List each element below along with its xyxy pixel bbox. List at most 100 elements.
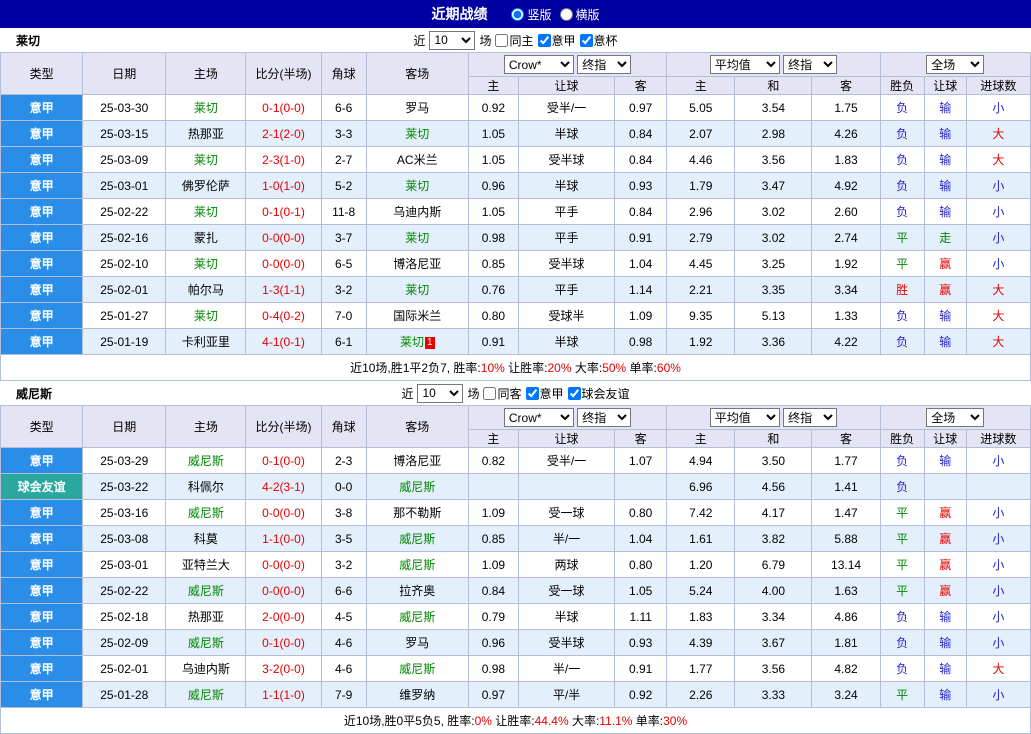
euro-time-select[interactable]: 终指 [783,55,837,74]
euro-home-odds: 1.77 [667,656,735,682]
euro-provider-select[interactable]: 平均值 [710,55,780,74]
scope-select[interactable]: 全场 [926,408,984,427]
league-checkbox[interactable] [526,387,539,400]
handicap-home-odds: 1.05 [468,199,518,225]
away-team: 威尼斯 [366,604,468,630]
odds-provider-select[interactable]: Crow* [504,55,574,74]
horizontal-layout-radio[interactable] [560,8,573,21]
handicap-away-odds: 0.93 [615,630,667,656]
goals-flag: 小 [966,199,1030,225]
euro-away-odds: 4.26 [812,121,880,147]
handicap-away-odds: 1.07 [615,448,667,474]
same-venue-filter[interactable]: 同客 [483,385,521,402]
handicap-away-odds: 0.80 [615,552,667,578]
handicap-line: 两球 [518,552,614,578]
match-date: 25-02-16 [83,225,166,251]
handicap-line: 半球 [518,173,614,199]
col-date: 日期 [83,406,166,448]
score: 3-2(0-0) [246,656,321,682]
handicap-home-odds: 0.98 [468,225,518,251]
handicap-result-flag: 赢 [924,552,966,578]
handicap-line: 平手 [518,225,614,251]
layout-option-vertical[interactable]: 竖版 [511,6,551,23]
goals-flag: 小 [966,251,1030,277]
league-type-badge: 意甲 [1,552,83,578]
euro-away-odds: 5.88 [812,526,880,552]
away-team: 维罗纳 [366,682,468,708]
col-result: 胜负 [880,77,924,95]
goals-flag: 小 [966,682,1030,708]
vertical-layout-radio[interactable] [511,8,524,21]
handicap-time-select[interactable]: 终指 [577,55,631,74]
score: 2-1(2-0) [246,121,321,147]
handicap-result-flag: 赢 [924,500,966,526]
result-flag: 负 [880,630,924,656]
handicap-time-select[interactable]: 终指 [577,408,631,427]
home-team: 威尼斯 [166,630,246,656]
col-euro-away: 客 [812,430,880,448]
corner-score: 4-6 [321,656,366,682]
euro-home-odds: 1.20 [667,552,735,578]
friendly-filter[interactable]: 球会友谊 [568,385,630,402]
league-type-badge: 意甲 [1,656,83,682]
odds-provider-select[interactable]: Crow* [504,408,574,427]
corner-score: 2-7 [321,147,366,173]
match-date: 25-02-22 [83,578,166,604]
league-filter[interactable]: 意甲 [538,32,576,49]
handicap-home-odds: 1.05 [468,121,518,147]
same-venue-checkbox[interactable] [495,34,508,47]
col-handicap-home: 主 [468,430,518,448]
score: 4-1(0-1) [246,329,321,355]
league-type-badge: 意甲 [1,225,83,251]
euro-home-odds: 1.61 [667,526,735,552]
match-count-select[interactable]: 10 [417,384,463,403]
score: 0-1(0-0) [246,95,321,121]
handicap-away-odds: 1.04 [615,251,667,277]
filter-near-label: 近 [413,32,425,49]
match-row: 意甲25-02-18热那亚2-0(0-0)4-5威尼斯0.79半球1.111.8… [1,604,1031,630]
cup-filter[interactable]: 意杯 [580,32,618,49]
col-euro-away: 客 [812,77,880,95]
cup-checkbox[interactable] [580,34,593,47]
match-count-select[interactable]: 10 [429,31,475,50]
euro-away-odds: 4.86 [812,604,880,630]
score: 0-0(0-0) [246,500,321,526]
scope-header: 全场 [880,406,1030,430]
scope-select[interactable]: 全场 [926,55,984,74]
team-section-header: 莱切 近 10 场 同主 意甲 意杯 [0,28,1031,52]
match-row: 球会友谊25-03-22科佩尔4-2(3-1)0-0威尼斯6.964.561.4… [1,474,1031,500]
euro-away-odds: 2.74 [812,225,880,251]
league-type-badge: 意甲 [1,147,83,173]
handicap-away-odds: 0.80 [615,500,667,526]
handicap-line: 受半球 [518,630,614,656]
league-checkbox[interactable] [538,34,551,47]
layout-option-horizontal[interactable]: 横版 [560,6,600,23]
euro-provider-select[interactable]: 平均值 [710,408,780,427]
handicap-line: 受半球 [518,147,614,173]
summary-text: 11.1% [599,714,632,728]
same-venue-filter[interactable]: 同主 [495,32,533,49]
col-handicap-line: 让球 [518,77,614,95]
col-score: 比分(半场) [246,53,321,95]
corner-score: 3-5 [321,526,366,552]
euro-time-select[interactable]: 终指 [783,408,837,427]
handicap-home-odds: 1.09 [468,552,518,578]
league-type-badge: 意甲 [1,448,83,474]
handicap-home-odds: 0.76 [468,277,518,303]
friendly-checkbox[interactable] [568,387,581,400]
summary-text: 0% [475,714,492,728]
col-euro-home: 主 [667,77,735,95]
handicap-odds-header: Crow* 终指 [468,406,666,430]
handicap-home-odds: 0.84 [468,578,518,604]
handicap-result-flag: 输 [924,682,966,708]
handicap-result-flag: 走 [924,225,966,251]
corner-score: 2-3 [321,448,366,474]
home-team: 威尼斯 [166,500,246,526]
match-row: 意甲25-01-19卡利亚里4-1(0-1)6-1莱切10.91半球0.981.… [1,329,1031,355]
handicap-away-odds: 0.84 [615,147,667,173]
handicap-away-odds: 1.14 [615,277,667,303]
league-filter[interactable]: 意甲 [526,385,564,402]
same-venue-checkbox[interactable] [483,387,496,400]
euro-home-odds: 4.45 [667,251,735,277]
score: 0-1(0-0) [246,448,321,474]
